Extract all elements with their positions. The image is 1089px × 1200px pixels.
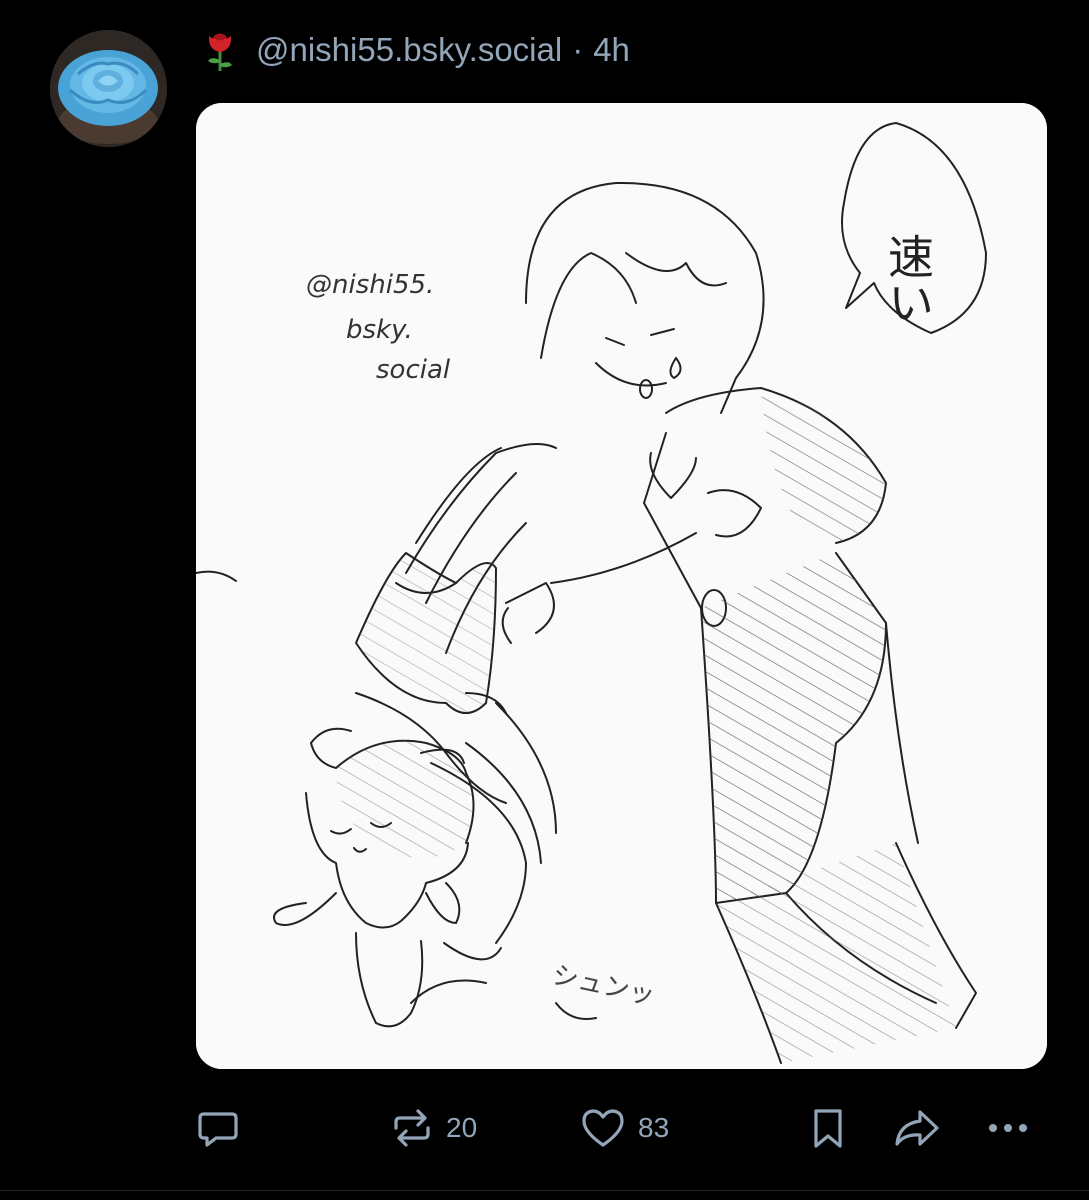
- blue-rose-avatar-image: [50, 30, 167, 147]
- more-button[interactable]: [985, 1098, 1031, 1158]
- reply-icon: [198, 1112, 238, 1147]
- bookmark-icon: [814, 1109, 842, 1148]
- post-timestamp[interactable]: 4h: [593, 31, 630, 69]
- post-action-bar: 20 83: [0, 1098, 1089, 1158]
- rose-icon: [200, 28, 240, 72]
- repost-count: 20: [446, 1112, 478, 1143]
- share-icon: [895, 1110, 939, 1146]
- repost-icon: [394, 1109, 430, 1147]
- watermark-line-1: @nishi55.: [306, 270, 434, 300]
- author-handle[interactable]: @nishi55.bsky.social: [256, 31, 562, 69]
- watermark-line-2: bsky.: [346, 315, 413, 345]
- post-divider: [0, 1190, 1089, 1191]
- heart-icon: [582, 1109, 624, 1147]
- header-separator: ·: [572, 31, 584, 68]
- share-button[interactable]: [892, 1098, 942, 1158]
- speech-text: 速い: [881, 233, 935, 325]
- like-button[interactable]: 83: [580, 1098, 669, 1158]
- watermark-line-3: social: [376, 355, 451, 385]
- avatar[interactable]: [50, 30, 167, 147]
- post-header: @nishi55.bsky.social · 4h: [200, 28, 630, 72]
- like-count: 83: [638, 1112, 670, 1143]
- reply-button[interactable]: [196, 1098, 240, 1158]
- bookmark-button[interactable]: [808, 1098, 848, 1158]
- sketch-illustration: 速い @nishi55. bsky. social シュンッ: [196, 103, 1047, 1069]
- repost-button[interactable]: 20: [390, 1098, 477, 1158]
- post-image[interactable]: 速い @nishi55. bsky. social シュンッ: [196, 103, 1047, 1069]
- more-icon: [989, 1124, 1027, 1132]
